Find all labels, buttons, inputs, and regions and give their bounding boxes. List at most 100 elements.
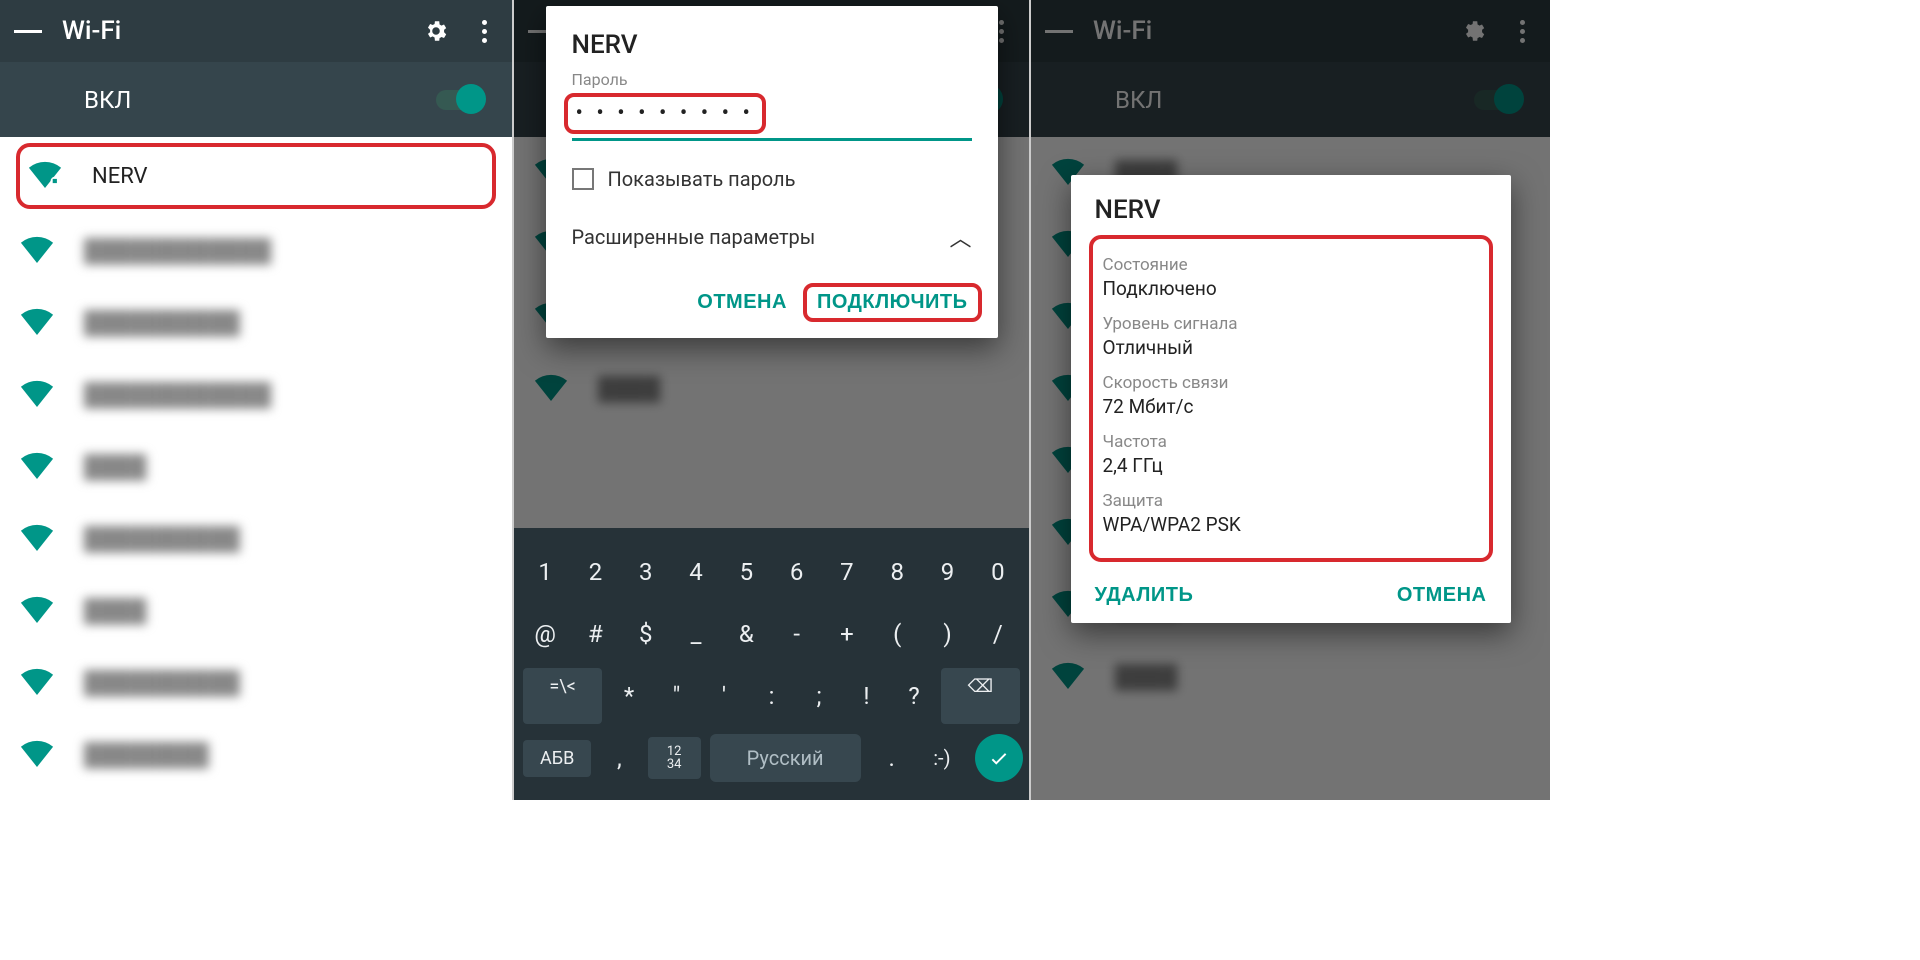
wifi-signal-icon bbox=[20, 307, 54, 339]
connect-dialog: NERV Пароль • • • • • • • • • Показывать… bbox=[546, 6, 998, 338]
dialog-title: NERV bbox=[572, 30, 972, 60]
password-label: Пароль bbox=[572, 70, 972, 89]
key-rparen[interactable]: ) bbox=[922, 606, 972, 662]
key-dollar[interactable]: $ bbox=[621, 606, 671, 662]
dialog-actions: УДАЛИТЬ ОТМЕНА bbox=[1095, 576, 1487, 613]
key-7[interactable]: 7 bbox=[822, 544, 872, 600]
detail-value: 72 Мбит/с bbox=[1103, 395, 1479, 418]
key-dquote[interactable]: " bbox=[653, 668, 701, 724]
wifi-signal-icon bbox=[20, 667, 54, 699]
overflow-icon[interactable] bbox=[470, 17, 498, 45]
key-1[interactable]: 1 bbox=[520, 544, 570, 600]
connect-button-highlight: ПОДКЛЮЧИТЬ bbox=[803, 283, 982, 322]
menu-icon[interactable] bbox=[14, 17, 42, 45]
checkbox-icon[interactable] bbox=[572, 168, 594, 190]
wifi-toggle-label: ВКЛ bbox=[28, 86, 436, 114]
detail-row: Скорость связи 72 Мбит/с bbox=[1103, 373, 1479, 418]
wifi-signal-icon bbox=[20, 379, 54, 411]
key-2[interactable]: 2 bbox=[570, 544, 620, 600]
password-field-highlight: • • • • • • • • • bbox=[564, 93, 766, 134]
detail-label: Состояние bbox=[1103, 255, 1479, 275]
wifi-signal-icon bbox=[28, 160, 62, 192]
key-6[interactable]: 6 bbox=[771, 544, 821, 600]
wifi-signal-icon bbox=[20, 739, 54, 771]
keyboard-row-2: @ # $ _ & - + ( ) / bbox=[520, 606, 1023, 662]
key-symbols[interactable]: =\< bbox=[523, 668, 602, 724]
wifi-toggle-row: ВКЛ bbox=[0, 62, 512, 137]
details-highlight: Состояние Подключено Уровень сигнала Отл… bbox=[1089, 235, 1493, 562]
soft-keyboard[interactable]: 1 2 3 4 5 6 7 8 9 0 @ # $ _ & - + ( ) / … bbox=[514, 528, 1029, 800]
settings-icon[interactable] bbox=[422, 17, 450, 45]
keyboard-row-3: =\< * " ' : ; ! ? ⌫ bbox=[520, 668, 1023, 724]
spacebar[interactable]: Русский bbox=[710, 734, 861, 782]
key-at[interactable]: @ bbox=[520, 606, 570, 662]
wifi-item-blurred[interactable]: ██████████ bbox=[0, 287, 512, 359]
wifi-toggle[interactable] bbox=[436, 90, 484, 110]
chevron-up-icon: ︿ bbox=[949, 221, 971, 253]
wifi-item-label: NERV bbox=[92, 164, 148, 189]
wifi-item-blurred[interactable]: ████████ bbox=[0, 719, 512, 791]
key-underscore[interactable]: _ bbox=[671, 606, 721, 662]
detail-row: Уровень сигнала Отличный bbox=[1103, 314, 1479, 359]
cancel-button[interactable]: ОТМЕНА bbox=[1397, 584, 1487, 607]
password-input[interactable]: • • • • • • • • • bbox=[576, 101, 754, 126]
detail-label: Скорость связи bbox=[1103, 373, 1479, 393]
appbar-title: Wi-Fi bbox=[62, 16, 402, 46]
key-hash[interactable]: # bbox=[570, 606, 620, 662]
key-8[interactable]: 8 bbox=[872, 544, 922, 600]
advanced-options-row[interactable]: Расширенные параметры ︿ bbox=[572, 211, 972, 277]
key-slash[interactable]: / bbox=[973, 606, 1023, 662]
detail-value: Подключено bbox=[1103, 277, 1479, 300]
wifi-network-list: NERV ████████████ ██████████ ███████████… bbox=[0, 143, 512, 791]
show-password-row[interactable]: Показывать пароль bbox=[572, 167, 972, 191]
connect-button[interactable]: ПОДКЛЮЧИТЬ bbox=[817, 291, 968, 314]
detail-row: Защита WPA/WPA2 PSK bbox=[1103, 491, 1479, 536]
screen-connect-dialog: Wi-Fi ВКЛ ████ ████ ████ ████ NERV Парол… bbox=[514, 0, 1031, 800]
key-5[interactable]: 5 bbox=[721, 544, 771, 600]
key-0[interactable]: 0 bbox=[973, 544, 1023, 600]
key-abc[interactable]: АБВ bbox=[523, 740, 591, 777]
key-question[interactable]: ? bbox=[890, 668, 938, 724]
key-comma[interactable]: , bbox=[594, 730, 644, 786]
wifi-item-blurred[interactable]: ████ bbox=[0, 431, 512, 503]
key-dot[interactable]: . bbox=[867, 730, 917, 786]
key-lparen[interactable]: ( bbox=[872, 606, 922, 662]
key-star[interactable]: * bbox=[605, 668, 653, 724]
key-semicolon[interactable]: ; bbox=[795, 668, 843, 724]
backspace-icon[interactable]: ⌫ bbox=[941, 668, 1020, 724]
wifi-signal-icon bbox=[20, 595, 54, 627]
wifi-item-blurred[interactable]: ████████████ bbox=[0, 359, 512, 431]
cancel-button[interactable]: ОТМЕНА bbox=[697, 287, 787, 318]
detail-label: Частота bbox=[1103, 432, 1479, 452]
wifi-item-nerv[interactable]: NERV bbox=[16, 143, 496, 209]
wifi-signal-icon bbox=[20, 235, 54, 267]
keyboard-row-4: АБВ , 12 34 Русский . :-) bbox=[520, 730, 1023, 786]
key-3[interactable]: 3 bbox=[621, 544, 671, 600]
advanced-label: Расширенные параметры bbox=[572, 225, 816, 249]
key-1234[interactable]: 12 34 bbox=[648, 737, 701, 779]
wifi-item-blurred[interactable]: ██████████ bbox=[0, 503, 512, 575]
wifi-item-blurred[interactable]: ████ bbox=[0, 575, 512, 647]
key-squote[interactable]: ' bbox=[700, 668, 748, 724]
key-4[interactable]: 4 bbox=[671, 544, 721, 600]
input-underline bbox=[572, 138, 972, 141]
show-password-label: Показывать пароль bbox=[608, 167, 796, 191]
screen-network-details: Wi-Fi ВКЛ ████ ████ ████ ████ ████ ████ … bbox=[1031, 0, 1550, 800]
key-minus[interactable]: - bbox=[771, 606, 821, 662]
key-colon[interactable]: : bbox=[748, 668, 796, 724]
wifi-signal-icon bbox=[20, 451, 54, 483]
screen-wifi-list: Wi-Fi ВКЛ NERV ████████████ ██████████ █… bbox=[0, 0, 514, 800]
key-9[interactable]: 9 bbox=[922, 544, 972, 600]
forget-button[interactable]: УДАЛИТЬ bbox=[1095, 584, 1194, 607]
wifi-item-blurred[interactable]: ████████████ bbox=[0, 215, 512, 287]
key-plus[interactable]: + bbox=[822, 606, 872, 662]
network-details-dialog: NERV Состояние Подключено Уровень сигнал… bbox=[1071, 175, 1511, 623]
wifi-item-blurred[interactable]: ██████████ bbox=[0, 647, 512, 719]
done-icon[interactable] bbox=[975, 734, 1023, 782]
key-exclaim[interactable]: ! bbox=[843, 668, 891, 724]
key-emoji[interactable]: :-) bbox=[917, 732, 967, 784]
key-amp[interactable]: & bbox=[721, 606, 771, 662]
detail-value: WPA/WPA2 PSK bbox=[1103, 513, 1479, 536]
detail-value: Отличный bbox=[1103, 336, 1479, 359]
detail-row: Частота 2,4 ГГц bbox=[1103, 432, 1479, 477]
